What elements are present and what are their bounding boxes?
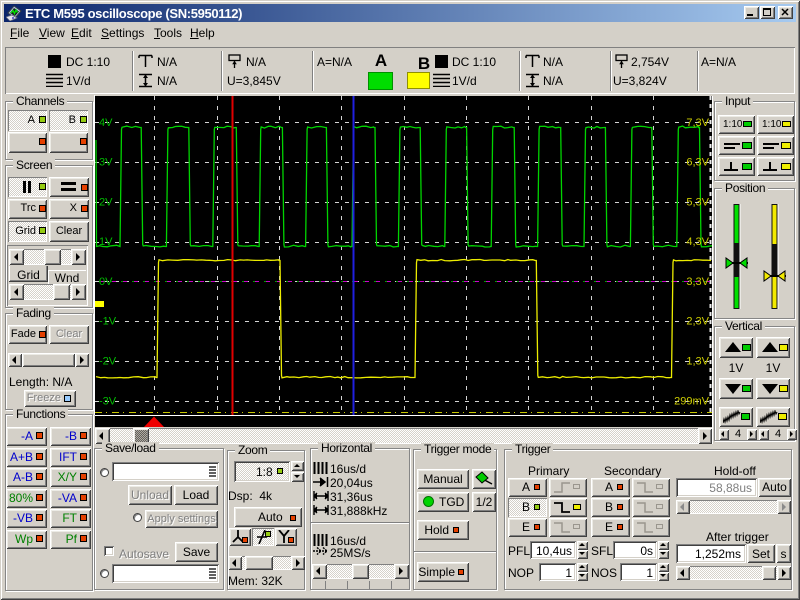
svg-text:-2V: -2V	[99, 356, 117, 368]
svg-text:1,3V: 1,3V	[686, 356, 709, 368]
svg-text:2,3V: 2,3V	[686, 316, 709, 328]
svg-text:2V: 2V	[99, 196, 113, 208]
svg-text:-1V: -1V	[99, 316, 117, 328]
svg-text:299mV: 299mV	[674, 395, 710, 407]
svg-text:7,3V: 7,3V	[686, 117, 709, 129]
svg-text:1V: 1V	[99, 236, 113, 248]
svg-text:6,3V: 6,3V	[686, 157, 709, 169]
svg-text:-3V: -3V	[99, 395, 117, 407]
svg-text:5,3V: 5,3V	[686, 196, 709, 208]
svg-text:4,3V: 4,3V	[686, 236, 709, 248]
svg-text:3V: 3V	[99, 157, 113, 169]
svg-text:3,3V: 3,3V	[686, 276, 709, 288]
svg-text:0V: 0V	[99, 276, 113, 288]
svg-text:4V: 4V	[99, 117, 113, 129]
